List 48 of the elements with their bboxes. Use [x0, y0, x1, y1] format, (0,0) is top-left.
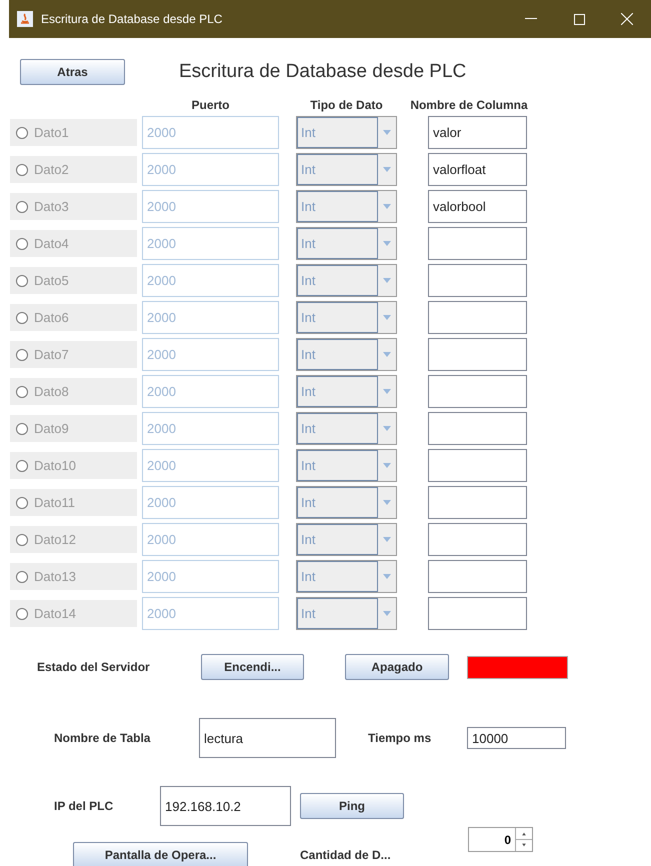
close-icon: [621, 13, 633, 25]
column-name-field[interactable]: [428, 560, 527, 593]
page-heading: Escritura de Database desde PLC: [179, 61, 466, 83]
dropdown-arrow-icon: [383, 241, 391, 246]
column-header: Puerto: [190, 98, 230, 114]
dropdown-arrow-icon: [383, 537, 391, 542]
number-spinner[interactable]: 0: [468, 827, 533, 852]
column-header: Tipo de Dato: [309, 98, 384, 114]
operator-screen-button[interactable]: Pantalla de Opera...: [73, 842, 248, 866]
column-name-field[interactable]: [428, 227, 527, 260]
count-label: Cantidad de D...: [300, 848, 392, 862]
column-name-field[interactable]: [428, 449, 527, 482]
on-button[interactable]: Encendi...: [201, 654, 304, 680]
ping-button[interactable]: Ping: [300, 793, 404, 819]
column-name-field[interactable]: [428, 264, 527, 297]
column-header: Nombre de Columna: [409, 98, 529, 114]
time-field[interactable]: 10000: [467, 727, 566, 749]
dropdown-arrow-icon: [383, 574, 391, 579]
dropdown-arrow-icon: [383, 426, 391, 431]
dropdown-arrow-icon: [383, 204, 391, 209]
table-name-field[interactable]: lectura: [199, 718, 336, 758]
dropdown-arrow-icon: [383, 315, 391, 320]
window-title: Escritura de Database desde PLC: [41, 12, 224, 26]
column-name-field[interactable]: [428, 523, 527, 556]
dropdown-arrow-icon: [383, 167, 391, 172]
dropdown-arrow-icon: [383, 389, 391, 394]
dropdown-arrow-icon: [383, 463, 391, 468]
dropdown-arrow-icon: [383, 352, 391, 357]
dropdown-arrow-icon: [383, 500, 391, 505]
maximize-icon: [574, 14, 584, 24]
column-name-field[interactable]: [428, 338, 527, 371]
app-icon: [17, 11, 33, 27]
column-name-field[interactable]: [428, 375, 527, 408]
column-name-field[interactable]: [428, 412, 527, 445]
column-name-field[interactable]: [428, 301, 527, 334]
dropdown-arrow-icon: [383, 130, 391, 135]
dropdown-arrow-icon: [383, 611, 391, 616]
back-button[interactable]: Atras: [20, 59, 125, 85]
off-button[interactable]: Apagado: [345, 654, 449, 680]
dropdown-arrow-icon: [383, 278, 391, 283]
plc-ip-field[interactable]: 192.168.10.2: [160, 786, 291, 826]
plc-ip-label: IP del PLC: [54, 799, 114, 813]
server-status-label: Estado del Servidor: [37, 660, 151, 674]
minimize-icon: [525, 18, 537, 20]
column-name-field[interactable]: [428, 486, 527, 519]
table-name-label: Nombre de Tabla: [54, 731, 152, 745]
column-name-field[interactable]: [428, 597, 527, 630]
time-label: Tiempo ms: [368, 731, 432, 745]
